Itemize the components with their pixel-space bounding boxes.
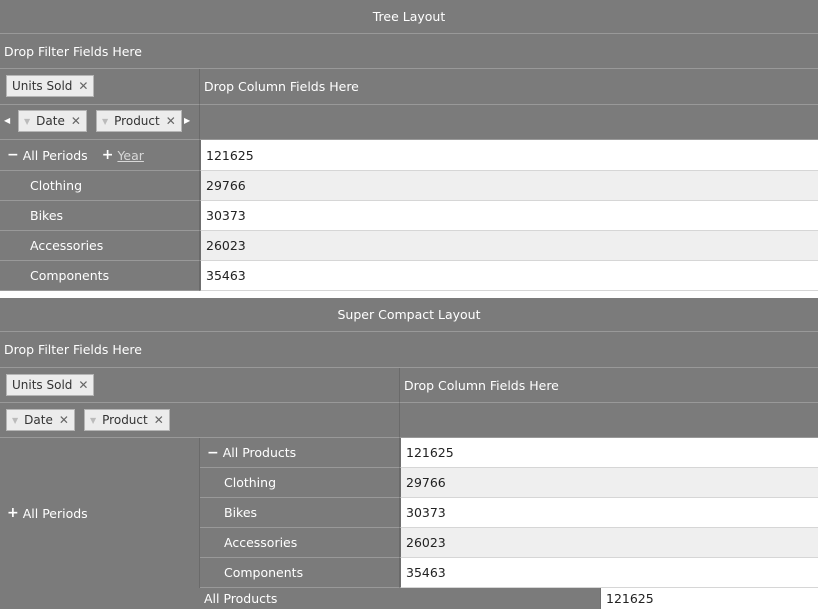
- sort-arrow-icon: ▼: [24, 116, 31, 126]
- tree-filter-drop-zone-label: Drop Filter Fields Here: [4, 43, 142, 59]
- compact-footer-label: All Products: [204, 591, 278, 606]
- sort-arrow-icon: ▼: [12, 415, 19, 425]
- row-label: Accessories: [30, 238, 104, 253]
- tree-data-field-area: Units Sold ✕: [0, 69, 200, 105]
- tree-column-header-area: [200, 105, 818, 140]
- tree-value-chip-units-sold[interactable]: Units Sold ✕: [6, 75, 95, 97]
- close-icon[interactable]: ✕: [166, 114, 176, 128]
- close-icon[interactable]: ✕: [78, 378, 88, 392]
- tree-row-chip-date[interactable]: ▼ Date ✕: [18, 110, 87, 132]
- table-cell: 26023: [200, 231, 818, 261]
- sort-arrow-icon: ▼: [102, 116, 109, 126]
- row-label: Bikes: [224, 505, 258, 520]
- compact-row-chip-product[interactable]: ▼ Product ✕: [84, 409, 170, 431]
- scroll-right-icon[interactable]: ▶: [184, 116, 190, 125]
- tree-total-cell: 121625: [200, 140, 818, 171]
- compact-row-chip-date-label: Date: [24, 413, 53, 427]
- compact-footer-total-value: 121625: [606, 591, 654, 606]
- cell-value: 26023: [406, 535, 446, 550]
- cell-value: 30373: [206, 208, 246, 223]
- table-row-header: Accessories: [200, 528, 400, 558]
- cell-value: 30373: [406, 505, 446, 520]
- compact-footer-spacer: [0, 588, 200, 609]
- compact-footer-total-cell: 121625: [600, 588, 818, 609]
- close-icon[interactable]: ✕: [154, 413, 164, 427]
- compact-value-chip-units-sold[interactable]: Units Sold ✕: [6, 374, 95, 396]
- sort-arrow-icon: ▼: [90, 415, 97, 425]
- compact-column-drop-zone-label: Drop Column Fields Here: [404, 377, 559, 393]
- tree-row-chip-date-label: Date: [36, 114, 65, 128]
- compact-total-value: 121625: [406, 445, 454, 460]
- compact-layout-title-text: Super Compact Layout: [337, 307, 481, 322]
- compact-layout-title: Super Compact Layout: [0, 298, 818, 332]
- cell-value: 29766: [406, 475, 446, 490]
- cell-value: 35463: [406, 565, 446, 580]
- compact-row-chip-product-label: Product: [102, 413, 148, 427]
- table-row-header: Components: [0, 261, 200, 291]
- table-cell: 26023: [400, 528, 818, 558]
- expand-icon[interactable]: +: [7, 505, 19, 521]
- row-label: Components: [30, 268, 110, 283]
- compact-column-header-area: [400, 403, 818, 438]
- table-cell: 29766: [200, 171, 818, 201]
- tree-root-label: All Periods: [22, 147, 88, 163]
- table-cell: 35463: [400, 558, 818, 588]
- collapse-icon[interactable]: −: [207, 445, 219, 461]
- compact-filter-drop-zone[interactable]: Drop Filter Fields Here: [0, 332, 818, 368]
- tree-total-value: 121625: [206, 147, 254, 163]
- compact-row-chip-date[interactable]: ▼ Date ✕: [6, 409, 75, 431]
- table-cell: 30373: [400, 498, 818, 528]
- compact-column-drop-zone[interactable]: Drop Column Fields Here: [400, 368, 818, 403]
- tree-layout-title: Tree Layout: [0, 0, 818, 34]
- table-cell: 30373: [200, 201, 818, 231]
- tree-root-row-header: − All Periods + Year: [0, 140, 200, 171]
- table-cell: 35463: [200, 261, 818, 291]
- compact-inner-row-header: − All Products: [200, 438, 400, 468]
- tree-row-chip-product-label: Product: [114, 114, 160, 128]
- compact-footer-row-header: All Products: [200, 588, 600, 609]
- table-row-header: Clothing: [0, 171, 200, 201]
- compact-outer-row-header: + All Periods: [0, 438, 200, 588]
- tree-expand-year-link[interactable]: Year: [117, 148, 143, 163]
- row-label: Components: [224, 565, 304, 580]
- table-row-header: Clothing: [200, 468, 400, 498]
- close-icon[interactable]: ✕: [59, 413, 69, 427]
- tree-value-chip-label: Units Sold: [12, 79, 73, 93]
- table-row-header: Accessories: [0, 231, 200, 261]
- row-label: Accessories: [224, 535, 298, 550]
- tree-layout-title-text: Tree Layout: [372, 9, 446, 24]
- row-label: Clothing: [30, 178, 83, 193]
- compact-inner-label: All Products: [222, 445, 297, 460]
- compact-value-chip-label: Units Sold: [12, 378, 73, 392]
- expand-icon[interactable]: +: [102, 147, 114, 163]
- tree-column-drop-zone[interactable]: Drop Column Fields Here: [200, 69, 818, 105]
- scroll-left-icon[interactable]: ◀: [4, 116, 10, 125]
- compact-total-cell: 121625: [400, 438, 818, 468]
- tree-row-chip-product[interactable]: ▼ Product ✕: [96, 110, 182, 132]
- compact-row-field-area: ▼ Date ✕ ▼ Product ✕: [0, 403, 400, 438]
- close-icon[interactable]: ✕: [78, 79, 88, 93]
- table-row-header: Components: [200, 558, 400, 588]
- cell-value: 35463: [206, 268, 246, 283]
- compact-data-field-area: Units Sold ✕: [0, 368, 400, 403]
- table-cell: 29766: [400, 468, 818, 498]
- tree-row-field-area: ◀ ▼ Date ✕ ▼ Product ✕ ▶: [0, 105, 200, 140]
- cell-value: 29766: [206, 178, 246, 193]
- row-label: Bikes: [30, 208, 64, 223]
- compact-filter-drop-zone-label: Drop Filter Fields Here: [4, 342, 142, 357]
- cell-value: 26023: [206, 238, 246, 253]
- table-row-header: Bikes: [0, 201, 200, 231]
- row-label: Clothing: [224, 475, 277, 490]
- table-row-header: Bikes: [200, 498, 400, 528]
- close-icon[interactable]: ✕: [71, 114, 81, 128]
- tree-filter-drop-zone[interactable]: Drop Filter Fields Here: [0, 34, 818, 69]
- collapse-icon[interactable]: −: [7, 147, 19, 163]
- compact-outer-label: All Periods: [22, 505, 88, 521]
- tree-column-drop-zone-label: Drop Column Fields Here: [204, 79, 359, 94]
